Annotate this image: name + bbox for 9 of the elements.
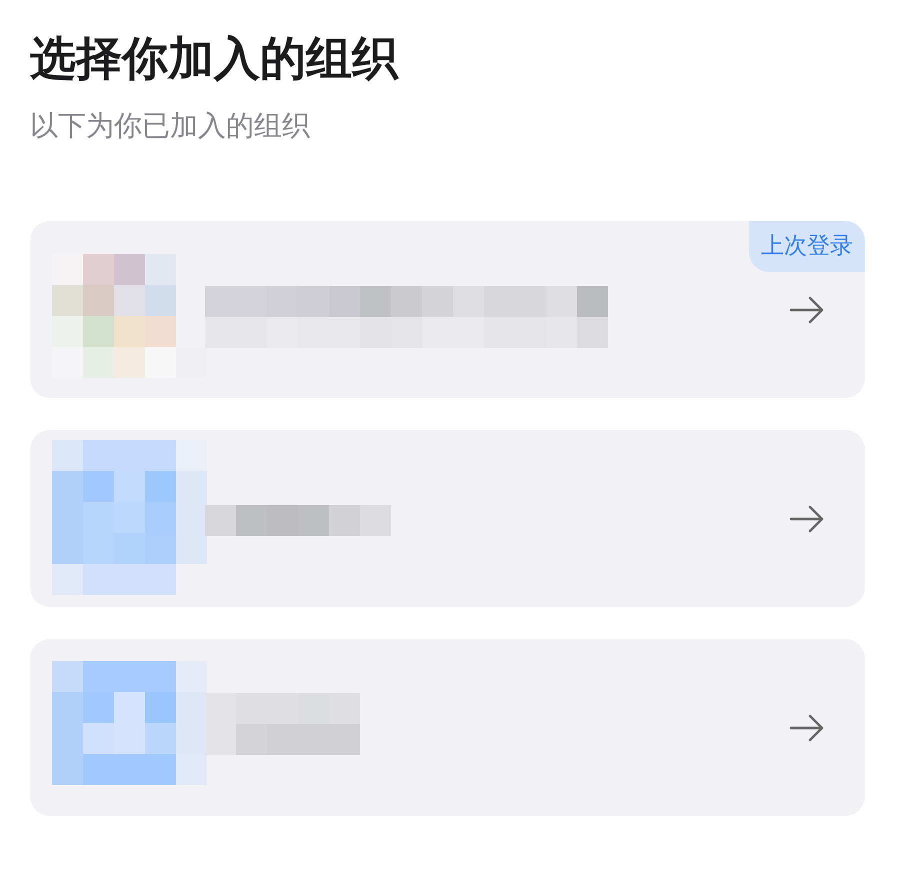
organization-card[interactable] bbox=[30, 639, 865, 816]
arrow-right-icon bbox=[789, 712, 825, 742]
organization-card[interactable] bbox=[30, 430, 865, 607]
page-title: 选择你加入的组织 bbox=[30, 30, 400, 87]
last-login-badge: 上次登录 bbox=[749, 221, 865, 272]
page-subtitle: 以下为你已加入的组织 bbox=[30, 108, 311, 144]
organization-card[interactable]: 上次登录 bbox=[30, 221, 865, 398]
arrow-right-icon bbox=[789, 504, 825, 534]
arrow-right-icon bbox=[789, 294, 825, 324]
